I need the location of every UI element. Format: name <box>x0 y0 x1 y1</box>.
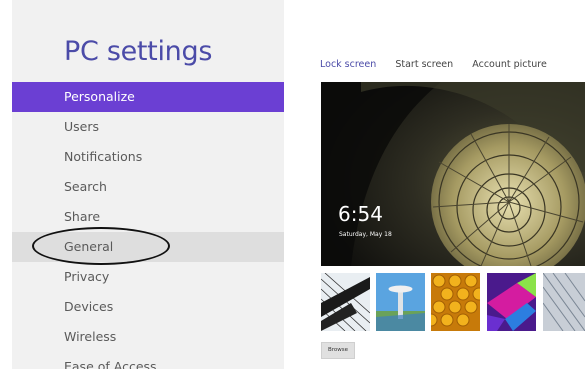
nav-item-ease-of-access[interactable]: Ease of Access <box>12 352 284 369</box>
nav-item-search[interactable]: Search <box>12 172 284 202</box>
nautilus-shell-image <box>321 82 585 266</box>
nav-item-users[interactable]: Users <box>12 112 284 142</box>
thumbnail-piano[interactable] <box>321 273 370 331</box>
settings-sidebar: PC settings Personalize Users Notificati… <box>12 0 284 369</box>
tab-account-picture[interactable]: Account picture <box>472 59 547 70</box>
settings-nav: Personalize Users Notifications Search S… <box>12 82 284 369</box>
browse-button[interactable]: Browse <box>321 342 355 359</box>
page-title: PC settings <box>64 36 213 67</box>
nav-item-privacy[interactable]: Privacy <box>12 262 284 292</box>
tab-lock-screen[interactable]: Lock screen <box>320 59 376 70</box>
thumbnail-tunnel[interactable] <box>543 273 585 331</box>
nav-item-share[interactable]: Share <box>12 202 284 232</box>
lock-screen-date: Saturday, May 18 <box>339 231 392 238</box>
thumbnail-honeycomb[interactable] <box>431 273 480 331</box>
nav-item-wireless[interactable]: Wireless <box>12 322 284 352</box>
personalize-tabs: Lock screen Start screen Account picture <box>320 52 561 71</box>
nav-item-devices[interactable]: Devices <box>12 292 284 322</box>
lock-screen-preview: 6:54 Saturday, May 18 <box>321 82 585 266</box>
nav-item-personalize[interactable]: Personalize <box>12 82 284 112</box>
tab-start-screen[interactable]: Start screen <box>395 59 453 70</box>
thumbnail-abstract-color[interactable] <box>487 273 536 331</box>
thumbnail-space-needle[interactable] <box>376 273 425 331</box>
nav-item-general[interactable]: General <box>12 232 284 262</box>
nav-item-notifications[interactable]: Notifications <box>12 142 284 172</box>
lock-screen-time: 6:54 <box>338 202 383 226</box>
